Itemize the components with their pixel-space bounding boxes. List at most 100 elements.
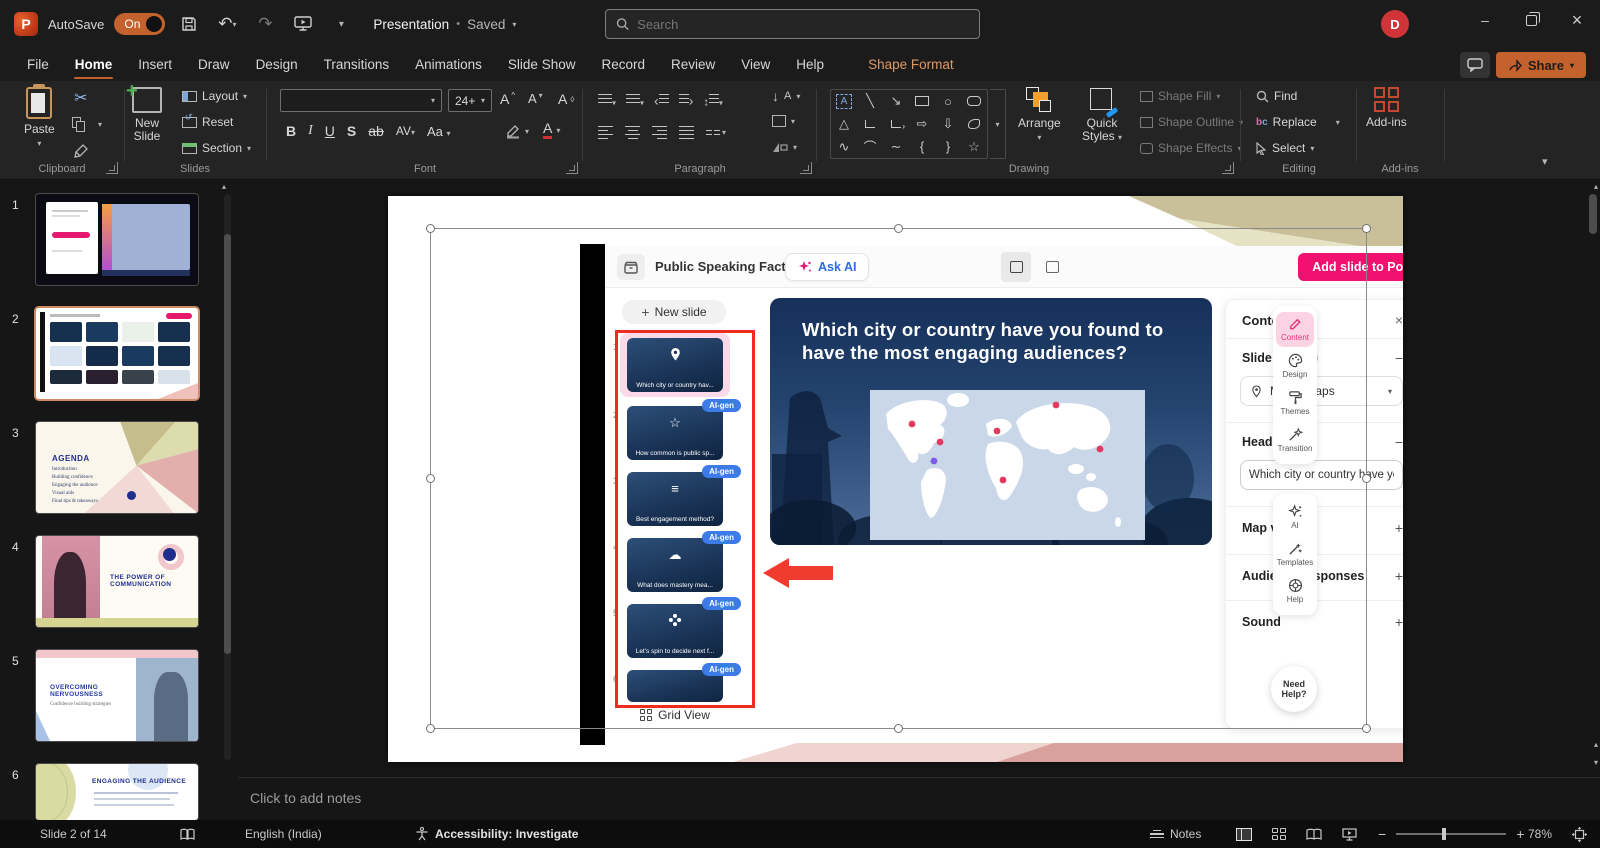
shapes-more-button[interactable]: ▾	[990, 89, 1006, 159]
resize-handle-n[interactable]	[894, 224, 903, 233]
convert-smartart-button[interactable]: ▾	[772, 141, 797, 154]
section-button[interactable]: Section▾	[182, 141, 251, 155]
shape-rectangle-icon[interactable]	[910, 90, 934, 112]
resize-handle-nw[interactable]	[426, 224, 435, 233]
slide-sorter-view-button[interactable]	[1272, 820, 1286, 848]
canvas-scrollbar[interactable]	[1589, 194, 1597, 234]
columns-button[interactable]: ▾	[706, 127, 726, 138]
restore-button[interactable]	[1508, 0, 1554, 40]
new-slide-button[interactable]: + New Slide	[132, 87, 162, 143]
resize-handle-s[interactable]	[894, 724, 903, 733]
arrange-button[interactable]: Arrange▾	[1018, 87, 1061, 142]
tab-review[interactable]: Review	[660, 50, 726, 79]
resize-handle-e[interactable]	[1362, 474, 1371, 483]
slide-thumbnail-5[interactable]: OVERCOMING NERVOUSNESS Confidence buildi…	[36, 650, 198, 741]
text-shadow-button[interactable]: S	[347, 123, 356, 139]
shape-line-icon[interactable]: ╲	[858, 90, 882, 112]
collapse-ribbon-chevron[interactable]: ▾	[1542, 155, 1548, 168]
reset-button[interactable]: ↺ Reset	[182, 115, 233, 129]
rail-templates-button[interactable]: Templates	[1276, 537, 1314, 572]
search-bar[interactable]	[605, 9, 980, 39]
need-help-bubble[interactable]: Need Help?	[1271, 666, 1317, 712]
shape-arrow-icon[interactable]: ↘	[884, 90, 908, 112]
app-home-button[interactable]	[617, 254, 645, 280]
shape-triangle-icon[interactable]: △	[832, 113, 856, 135]
add-ins-button[interactable]: Add-ins	[1366, 87, 1407, 129]
grid-view-toggle[interactable]	[1037, 252, 1067, 282]
tab-insert[interactable]: Insert	[127, 50, 183, 79]
next-slide-icon[interactable]: ▾	[1594, 758, 1598, 767]
font-name-combo[interactable]: ▾	[280, 89, 442, 112]
change-case-button[interactable]: Aa ▾	[427, 124, 451, 139]
spell-check-button[interactable]	[180, 820, 195, 848]
shape-scribble-icon[interactable]: ∿	[832, 136, 856, 158]
thumb-scroll-up-icon[interactable]: ▴	[222, 182, 226, 191]
shape-arc-icon[interactable]: ⌒	[858, 136, 882, 158]
tab-home[interactable]: Home	[64, 50, 124, 79]
shape-elbow-arrow-icon[interactable]: ›	[884, 113, 908, 135]
clear-formatting-button[interactable]: A◊	[558, 91, 574, 107]
notes-pane[interactable]: Click to add notes	[238, 777, 1600, 820]
slide-thumbnail-1[interactable]	[36, 194, 198, 285]
slide-editing-surface[interactable]: ‹ Public Speaking Facts▾ Ask AI	[388, 196, 1403, 762]
normal-view-button[interactable]	[1236, 820, 1252, 848]
drawing-dialog-launcher[interactable]	[1222, 162, 1234, 174]
title-chevron-icon[interactable]: ▾	[512, 20, 516, 29]
add-slide-to-powerpoint-button[interactable]: Add slide to PowerPoint	[1298, 253, 1403, 281]
shape-right-brace-icon[interactable]: }	[936, 136, 960, 158]
minimize-button[interactable]: –	[1462, 0, 1508, 40]
content-panel-close-icon[interactable]: ×	[1395, 312, 1403, 328]
tab-view[interactable]: View	[730, 50, 781, 79]
bold-button[interactable]: B	[286, 123, 296, 139]
zoom-in-button[interactable]: +	[1516, 826, 1524, 842]
tab-record[interactable]: Record	[590, 50, 656, 79]
tab-transitions[interactable]: Transitions	[313, 50, 401, 79]
layout-button[interactable]: Layout▾	[182, 89, 247, 103]
shape-gallery[interactable]: A ╲ ↘ ○ △ › ⇨ ⇩ ∿ ⌒ ∼ { } ☆	[830, 89, 988, 159]
format-painter-button[interactable]	[74, 143, 89, 158]
document-title[interactable]: Presentation	[373, 17, 449, 32]
shape-star-icon[interactable]: ☆	[962, 136, 986, 158]
bullets-button[interactable]: ▾	[598, 91, 616, 109]
slide-thumbnail-6[interactable]: ENGAGING THE AUDIENCE	[36, 764, 198, 820]
rail-transition-button[interactable]: Transition	[1276, 423, 1314, 458]
grow-font-button[interactable]: A^	[500, 91, 515, 107]
replace-button[interactable]: bc Replace▾	[1256, 115, 1340, 129]
notes-toggle[interactable]: Notes	[1150, 820, 1201, 848]
tab-slide-show[interactable]: Slide Show	[497, 50, 587, 79]
previous-slide-icon[interactable]: ▴	[1594, 740, 1598, 749]
fit-to-window-button[interactable]	[1572, 820, 1587, 848]
zoom-level[interactable]: 78%	[1528, 820, 1552, 848]
tab-shape-format[interactable]: Shape Format	[857, 50, 965, 79]
resize-handle-ne[interactable]	[1362, 224, 1371, 233]
rail-themes-button[interactable]: Themes	[1276, 386, 1314, 421]
redo-button[interactable]: ↷	[251, 10, 279, 38]
rail-ai-button[interactable]: AI	[1276, 500, 1314, 535]
start-slideshow-icon[interactable]	[289, 10, 317, 38]
sound-expand[interactable]: +	[1395, 614, 1403, 630]
increase-indent-button[interactable]: ›	[679, 91, 694, 109]
slide-type-dropdown[interactable]: Magic Maps ▾	[1240, 376, 1403, 406]
rail-help-button[interactable]: Help	[1276, 574, 1314, 609]
audience-responses-expand[interactable]: +	[1395, 568, 1403, 584]
ask-ai-button[interactable]: Ask AI	[785, 253, 869, 281]
cut-button[interactable]: ✂	[74, 91, 87, 107]
slide-thumbnail-3[interactable]: AGENDA Introduction Building confidence …	[36, 422, 198, 513]
underline-button[interactable]: U	[325, 123, 335, 139]
slideshow-view-button[interactable]	[1342, 820, 1357, 848]
italic-button[interactable]: I	[308, 123, 313, 139]
autosave-toggle[interactable]: On	[114, 13, 165, 35]
shape-elbow-icon[interactable]	[858, 113, 882, 135]
shape-outline-button[interactable]: Shape Outline▾	[1140, 115, 1243, 129]
shape-down-arrow-icon[interactable]: ⇩	[936, 113, 960, 135]
highlight-color-button[interactable]: ▾	[505, 123, 529, 139]
shape-freeform-icon[interactable]	[962, 113, 986, 135]
shape-right-arrow-icon[interactable]: ⇨	[910, 113, 934, 135]
font-size-combo[interactable]: 24+▾	[448, 89, 492, 112]
accessibility-checker[interactable]: Accessibility: Investigate	[415, 820, 578, 848]
resize-handle-se[interactable]	[1362, 724, 1371, 733]
search-input[interactable]	[637, 17, 969, 32]
slide-thumbnail-2[interactable]	[36, 308, 198, 399]
save-icon[interactable]	[175, 10, 203, 38]
shape-curve-icon[interactable]: ∼	[884, 136, 908, 158]
